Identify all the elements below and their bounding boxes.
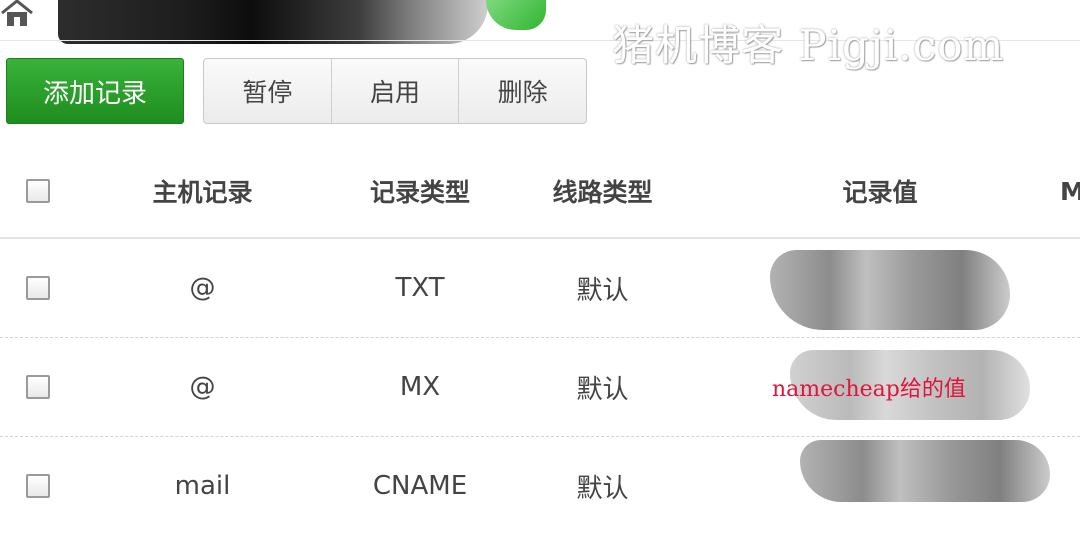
- row-checkbox[interactable]: [26, 276, 50, 300]
- header-host[interactable]: 主机记录: [110, 145, 295, 237]
- table-header: 主机记录 记录类型 线路类型 记录值 M: [0, 145, 1080, 239]
- add-record-button[interactable]: 添加记录: [6, 58, 184, 124]
- header-value[interactable]: 记录值: [760, 145, 1000, 237]
- row-checkbox[interactable]: [26, 375, 50, 399]
- home-icon[interactable]: [0, 0, 34, 26]
- row-type: MX: [399, 372, 441, 402]
- row-select-cell: [20, 338, 56, 436]
- row-checkbox[interactable]: [26, 474, 50, 498]
- header-type[interactable]: 记录类型: [330, 145, 510, 237]
- redacted-value-scribble: [770, 250, 1010, 330]
- row-select-cell: [20, 437, 56, 535]
- row-select-cell: [20, 239, 56, 337]
- row-type: TXT: [395, 273, 445, 303]
- record-action-group: 暂停 启用 删除: [203, 58, 587, 124]
- delete-button[interactable]: 删除: [459, 59, 586, 123]
- header-next-column: M: [1060, 176, 1080, 206]
- pause-button[interactable]: 暂停: [204, 59, 332, 123]
- value-annotation: namecheap给的值: [772, 377, 966, 402]
- row-line: 默认: [576, 374, 629, 405]
- redacted-header-text: [58, 0, 488, 44]
- watermark: 猪机博客 Pigji.com: [612, 21, 1005, 70]
- row-line: 默认: [576, 275, 629, 306]
- row-host: @: [189, 273, 216, 303]
- header-line[interactable]: 线路类型: [520, 145, 685, 237]
- row-type: CNAME: [372, 471, 468, 501]
- row-host: mail: [174, 471, 231, 501]
- redacted-value-scribble: [800, 440, 1050, 502]
- enable-button[interactable]: 启用: [332, 59, 460, 123]
- redacted-green-mark: [486, 0, 546, 30]
- select-all-checkbox[interactable]: [26, 179, 50, 203]
- row-line: 默认: [576, 473, 629, 504]
- select-all-cell: [20, 145, 56, 237]
- row-host: @: [189, 372, 216, 402]
